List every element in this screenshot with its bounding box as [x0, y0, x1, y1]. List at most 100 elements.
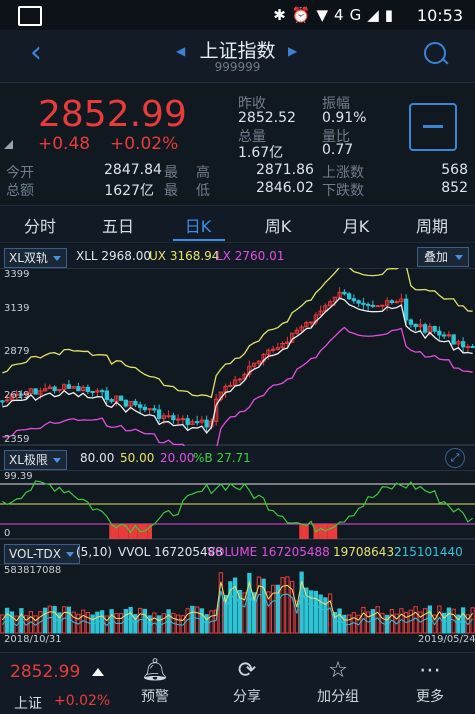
add-to-group-button[interactable]: ☆ 加分组: [305, 656, 371, 706]
tab-period[interactable]: 周期: [394, 213, 470, 237]
candle: [465, 346, 471, 349]
indicator-selector-volume[interactable]: VOL-TDX: [4, 544, 80, 564]
star-icon: ☆: [328, 658, 348, 683]
y-tick: 583817088: [4, 565, 62, 576]
candle: [118, 395, 124, 401]
candle: [166, 415, 171, 418]
candle: [194, 421, 200, 424]
candle: [90, 390, 95, 393]
next-stock-icon[interactable]: ▶: [288, 44, 297, 58]
expand-icon[interactable]: ⤢: [445, 448, 465, 468]
volume-bar: [47, 605, 53, 634]
current-price: 2852.99: [38, 94, 187, 135]
candle: [142, 406, 148, 411]
status-time: 10:53: [416, 6, 463, 25]
candle: [365, 303, 371, 306]
candle: [308, 321, 314, 324]
candle: [432, 326, 437, 332]
candle: [109, 399, 114, 402]
candle: [351, 298, 357, 302]
bottom-change-pct: +0.02%: [54, 693, 111, 709]
candle: [99, 390, 105, 393]
xl-limit-legend: XL极限 80.00 50.00 20.00 %B 27.71 ⤢: [0, 447, 475, 471]
ma10-value: 215101440: [394, 545, 463, 559]
low-label-b: 低: [196, 183, 210, 199]
candle: [123, 399, 129, 407]
volume-bar: [370, 609, 376, 634]
indicator-selector-xl-band[interactable]: XL双轨: [4, 248, 67, 268]
candle: [85, 386, 91, 392]
period-tabs: 分时 五日 日K 周K 月K 周期: [0, 205, 475, 243]
tab-daily-k[interactable]: 日K: [160, 213, 236, 237]
limit-bar: [304, 524, 309, 539]
high-value: 2871.86: [256, 162, 314, 178]
volume-bar: [313, 590, 319, 634]
candle: [375, 305, 380, 308]
tab-weekly-k[interactable]: 周K: [240, 213, 316, 237]
open-label: 今开: [6, 165, 34, 181]
candle: [52, 386, 57, 392]
limit-bar: [118, 524, 124, 539]
stat-value: 0.77: [322, 142, 354, 158]
candle: [237, 378, 243, 381]
overlay-button[interactable]: 叠加: [417, 247, 469, 267]
candle: [441, 334, 447, 337]
volume-chart[interactable]: [0, 564, 475, 634]
tab-monthly-k[interactable]: 月K: [318, 213, 394, 237]
y-tick: 99.39: [4, 471, 33, 482]
volume-params: (5,10): [76, 545, 113, 559]
more-button[interactable]: ⋯ 更多: [397, 656, 463, 706]
indicator-selector-xl-limit[interactable]: XL极限: [4, 450, 67, 470]
candle: [180, 418, 186, 421]
candle: [228, 384, 233, 387]
volume-bar: [327, 593, 333, 634]
stock-code: 999999: [214, 60, 261, 74]
search-icon[interactable]: [424, 42, 446, 64]
limit-bar: [327, 524, 333, 539]
stat-value: 1.67亿: [238, 145, 284, 161]
percent-b-line: [2, 480, 473, 534]
percent-b-value: %B 27.71: [193, 451, 251, 465]
bell-icon: 🔔︎: [141, 658, 169, 683]
candle: [356, 300, 361, 304]
candle: [470, 346, 475, 349]
alert-button[interactable]: 🔔︎ 预警: [122, 656, 188, 706]
collapse-button[interactable]: [409, 103, 457, 151]
candle: [422, 324, 428, 333]
candle: [270, 348, 276, 351]
volume-bar: [270, 584, 276, 634]
y-tick: 0: [4, 528, 11, 539]
share-button[interactable]: ⟳ 分享: [214, 656, 280, 706]
limit-bar: [318, 524, 323, 539]
tab-intraday[interactable]: 分时: [2, 213, 78, 237]
app-notification-icon: [18, 6, 42, 26]
volume-bar: [42, 607, 48, 634]
candle: [185, 418, 190, 425]
xl-limit-chart[interactable]: [0, 470, 475, 540]
expand-up-icon[interactable]: [92, 668, 104, 676]
candlestick-chart[interactable]: [0, 268, 475, 446]
line-20-value: 20.00: [160, 451, 195, 465]
candle: [408, 319, 414, 325]
y-tick: 3399: [4, 269, 30, 280]
candle: [346, 293, 352, 300]
advancers-value: 568: [441, 162, 468, 178]
status-bar: ✱⏰▼4G◢▮ 10:53: [0, 0, 475, 30]
corner-indicator-icon: [4, 140, 13, 149]
share-label: 分享: [233, 689, 261, 705]
status-icons: ✱⏰▼4G◢▮: [273, 6, 399, 24]
limit-bar: [299, 524, 304, 539]
ux-value: UX 3168.94: [149, 249, 220, 263]
candle: [389, 300, 395, 304]
alert-label: 预警: [141, 689, 169, 705]
candle: [446, 334, 452, 337]
open-value: 2847.84: [104, 162, 162, 178]
xll-mid-line: [2, 297, 473, 435]
y-tick: 2359: [4, 434, 30, 445]
candle: [204, 419, 209, 428]
candle: [451, 334, 456, 345]
tab-five-day[interactable]: 五日: [80, 213, 156, 237]
candle: [437, 330, 442, 336]
candle: [413, 323, 418, 328]
candle: [370, 304, 376, 307]
